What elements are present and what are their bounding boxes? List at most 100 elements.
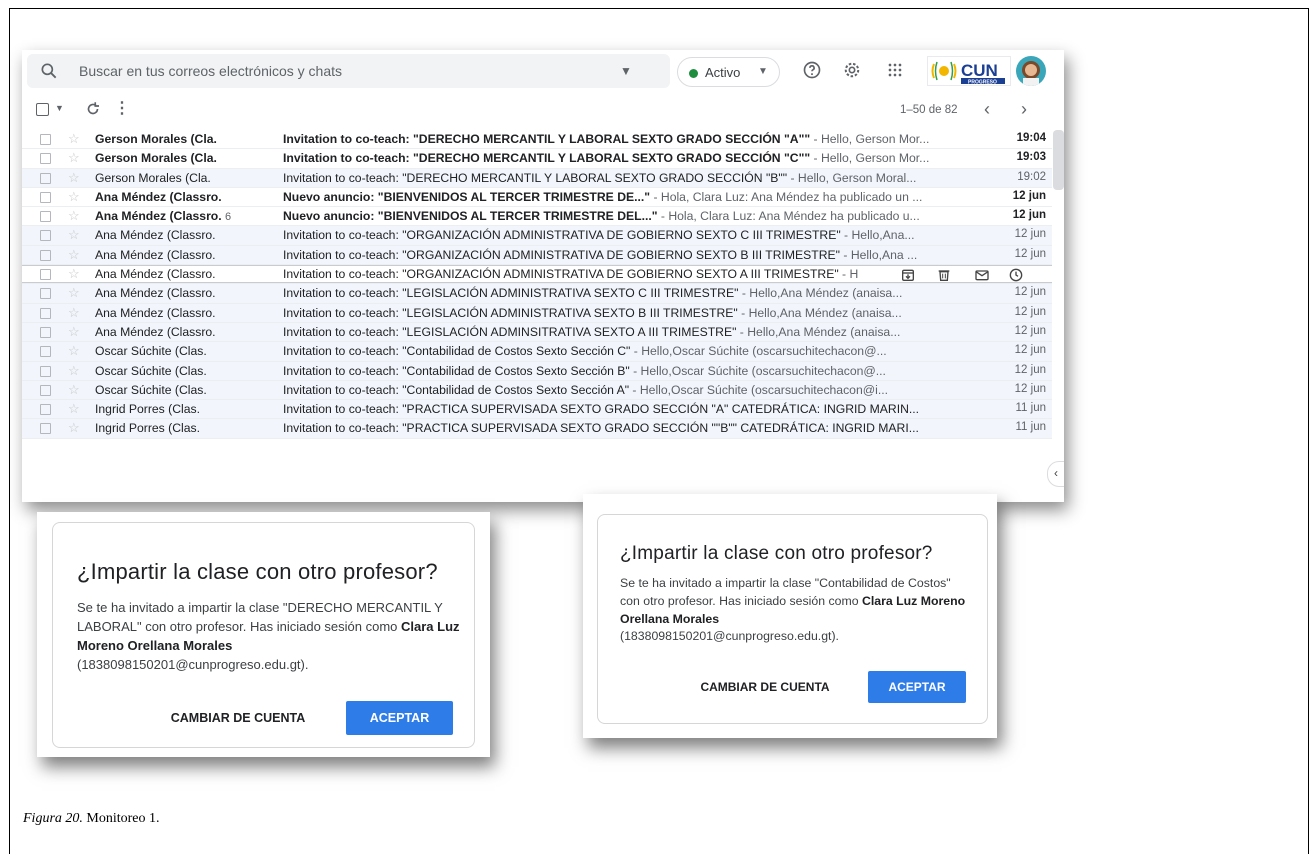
dialog-right-card: ¿Impartir la clase con otro profesor? Se…: [583, 494, 997, 738]
switch-account-button[interactable]: CAMBIAR DE CUENTA: [690, 671, 840, 703]
organization-logo[interactable]: CUN PROGRESO: [927, 56, 1011, 86]
table-row[interactable]: ☆ Ana Méndez (Classro. Invitation to co-te…: [22, 322, 1052, 343]
star-icon[interactable]: ☆: [68, 189, 80, 205]
archive-icon[interactable]: [900, 267, 916, 283]
star-icon[interactable]: ☆: [68, 363, 80, 379]
row-subject: Invitation to co-teach: "LEGISLACIÓN ADM…: [283, 324, 901, 339]
star-icon[interactable]: ☆: [68, 170, 80, 186]
row-subject: Invitation to co-teach: "Contabilidad de…: [283, 382, 888, 397]
star-icon[interactable]: ☆: [68, 401, 80, 417]
search-bar[interactable]: Buscar en tus correos electrónicos y cha…: [27, 54, 670, 88]
row-checkbox[interactable]: [40, 307, 51, 319]
star-icon[interactable]: ☆: [68, 208, 80, 224]
select-all-checkbox[interactable]: [36, 103, 49, 116]
table-row[interactable]: ☆ Ana Méndez (Classro. 6 Nuevo anuncio: "B…: [22, 207, 1052, 227]
table-row[interactable]: ☆ Ana Méndez (Classro. Invitation to co-te…: [22, 284, 1052, 304]
row-hover-actions: [900, 266, 1040, 284]
star-icon[interactable]: ☆: [68, 131, 80, 147]
table-row[interactable]: ☆ Ana Méndez (Classro. Invitation to co-te…: [22, 265, 1052, 285]
star-icon[interactable]: ☆: [68, 227, 80, 243]
table-row[interactable]: ☆ Ana Méndez (Classro. Invitation to co-te…: [22, 226, 1052, 246]
select-dropdown-icon[interactable]: ▼: [55, 103, 64, 113]
svg-text:PROGRESO: PROGRESO: [968, 79, 997, 85]
side-panel-toggle-button[interactable]: ‹: [1047, 461, 1064, 487]
row-snippet: - Hello,Ana...: [840, 228, 915, 243]
row-checkbox[interactable]: [40, 326, 51, 338]
row-snippet: - Hello,Ana Méndez (anaisa...: [738, 286, 903, 301]
help-icon[interactable]: [802, 60, 822, 80]
row-sender: Gerson Morales (Cla.: [95, 170, 211, 185]
star-icon[interactable]: ☆: [68, 420, 80, 436]
star-icon[interactable]: ☆: [68, 247, 80, 263]
row-snippet: - Hello,Oscar Súchite (oscarsuchitechaco…: [630, 344, 887, 359]
avatar[interactable]: [1016, 56, 1046, 86]
row-sender: Oscar Súchite (Clas.: [95, 344, 207, 359]
table-row[interactable]: ☆ Gerson Morales (Cla. Invitation to co-te…: [22, 149, 1052, 169]
snooze-clock-icon[interactable]: [1008, 267, 1024, 283]
row-subject: Invitation to co-teach: "DERECHO MERCANT…: [283, 170, 917, 185]
mark-unread-icon[interactable]: [974, 267, 990, 283]
table-row[interactable]: ☆ Gerson Morales (Cla. Invitation to co-te…: [22, 168, 1052, 188]
dialog-body: Se te ha invitado a impartir la clase "D…: [77, 599, 469, 674]
table-row[interactable]: ☆ Oscar Súchite (Clas. Invitation to co-te…: [22, 361, 1052, 381]
gear-icon[interactable]: [842, 60, 862, 80]
gmail-inbox-panel: Buscar en tus correos electrónicos y cha…: [22, 50, 1064, 502]
apps-grid-icon[interactable]: [885, 60, 905, 80]
row-checkbox[interactable]: [40, 346, 51, 358]
star-icon[interactable]: ☆: [68, 305, 80, 321]
table-row[interactable]: ☆ Ingrid Porres (Clas. Invitation to co-te…: [22, 400, 1052, 420]
row-checkbox[interactable]: [40, 365, 51, 377]
row-date: 12 jun: [1014, 305, 1046, 318]
row-sender: Ingrid Porres (Clas.: [95, 421, 200, 436]
chevron-left-icon[interactable]: ‹: [984, 99, 990, 120]
status-selector[interactable]: Activo ▼: [677, 57, 780, 87]
table-row[interactable]: ☆ Oscar Súchite (Clas. Invitation to co-te…: [22, 380, 1052, 401]
row-checkbox[interactable]: [40, 172, 51, 184]
row-date: 12 jun: [1014, 363, 1046, 376]
row-checkbox[interactable]: [40, 423, 51, 435]
table-row[interactable]: ☆ Ingrid Porres (Clas. Invitation to co-te…: [22, 419, 1052, 439]
row-subject: Invitation to co-teach: "DERECHO MERCANT…: [283, 132, 930, 146]
row-checkbox[interactable]: [40, 249, 51, 261]
more-options-icon[interactable]: ⋮: [114, 98, 130, 118]
row-checkbox[interactable]: [40, 230, 51, 242]
row-checkbox[interactable]: [40, 153, 51, 165]
row-date: 19:04: [1016, 132, 1046, 144]
row-sender: Gerson Morales (Cla.: [95, 151, 217, 166]
table-row[interactable]: ☆ Gerson Morales (Cla. Invitation to co-te…: [22, 130, 1052, 150]
star-icon[interactable]: ☆: [68, 382, 80, 398]
star-icon[interactable]: ☆: [68, 343, 80, 359]
trash-icon[interactable]: [936, 267, 952, 283]
search-options-dropdown-icon[interactable]: ▼: [620, 64, 632, 78]
switch-account-button[interactable]: CAMBIAR DE CUENTA: [158, 701, 318, 735]
table-row[interactable]: ☆ Ana Méndez (Classro. Invitation to co-te…: [22, 245, 1052, 266]
table-row[interactable]: ☆ Oscar Súchite (Clas. Invitation to co-te…: [22, 342, 1052, 362]
search-icon[interactable]: [39, 61, 59, 81]
row-checkbox[interactable]: [40, 134, 51, 145]
refresh-icon[interactable]: [84, 100, 102, 118]
table-row[interactable]: ☆ Ana Méndez (Classro. Invitation to co-te…: [22, 303, 1052, 323]
table-row[interactable]: ☆ Ana Méndez (Classro. Nuevo anuncio: "BIE…: [22, 187, 1052, 208]
star-icon[interactable]: ☆: [68, 150, 80, 166]
row-date: 12 jun: [1014, 324, 1046, 337]
star-icon[interactable]: ☆: [68, 266, 80, 282]
chevron-right-icon[interactable]: ›: [1021, 99, 1027, 120]
star-icon[interactable]: ☆: [68, 324, 80, 340]
row-sender: Ana Méndez (Classro.: [95, 247, 216, 262]
accept-button[interactable]: ACEPTAR: [868, 671, 966, 703]
row-checkbox[interactable]: [40, 211, 51, 223]
svg-text:CUN: CUN: [961, 61, 998, 80]
accept-button[interactable]: ACEPTAR: [346, 701, 453, 735]
row-checkbox[interactable]: [40, 288, 51, 300]
star-icon[interactable]: ☆: [68, 285, 80, 301]
scrollbar[interactable]: [1053, 130, 1064, 190]
row-snippet: - Hello,Oscar Súchite (oscarsuchitechaco…: [629, 363, 886, 378]
row-subject: Invitation to co-teach: "Contabilidad de…: [283, 363, 886, 378]
row-checkbox[interactable]: [40, 269, 51, 281]
row-checkbox[interactable]: [40, 404, 51, 416]
row-checkbox[interactable]: [40, 384, 51, 396]
row-checkbox[interactable]: [40, 191, 51, 203]
row-subject: Invitation to co-teach: "PRACTICA SUPERV…: [283, 402, 920, 417]
dialog-title: ¿Impartir la clase con otro profesor?: [620, 543, 933, 564]
search-input[interactable]: Buscar en tus correos electrónicos y cha…: [79, 63, 342, 79]
